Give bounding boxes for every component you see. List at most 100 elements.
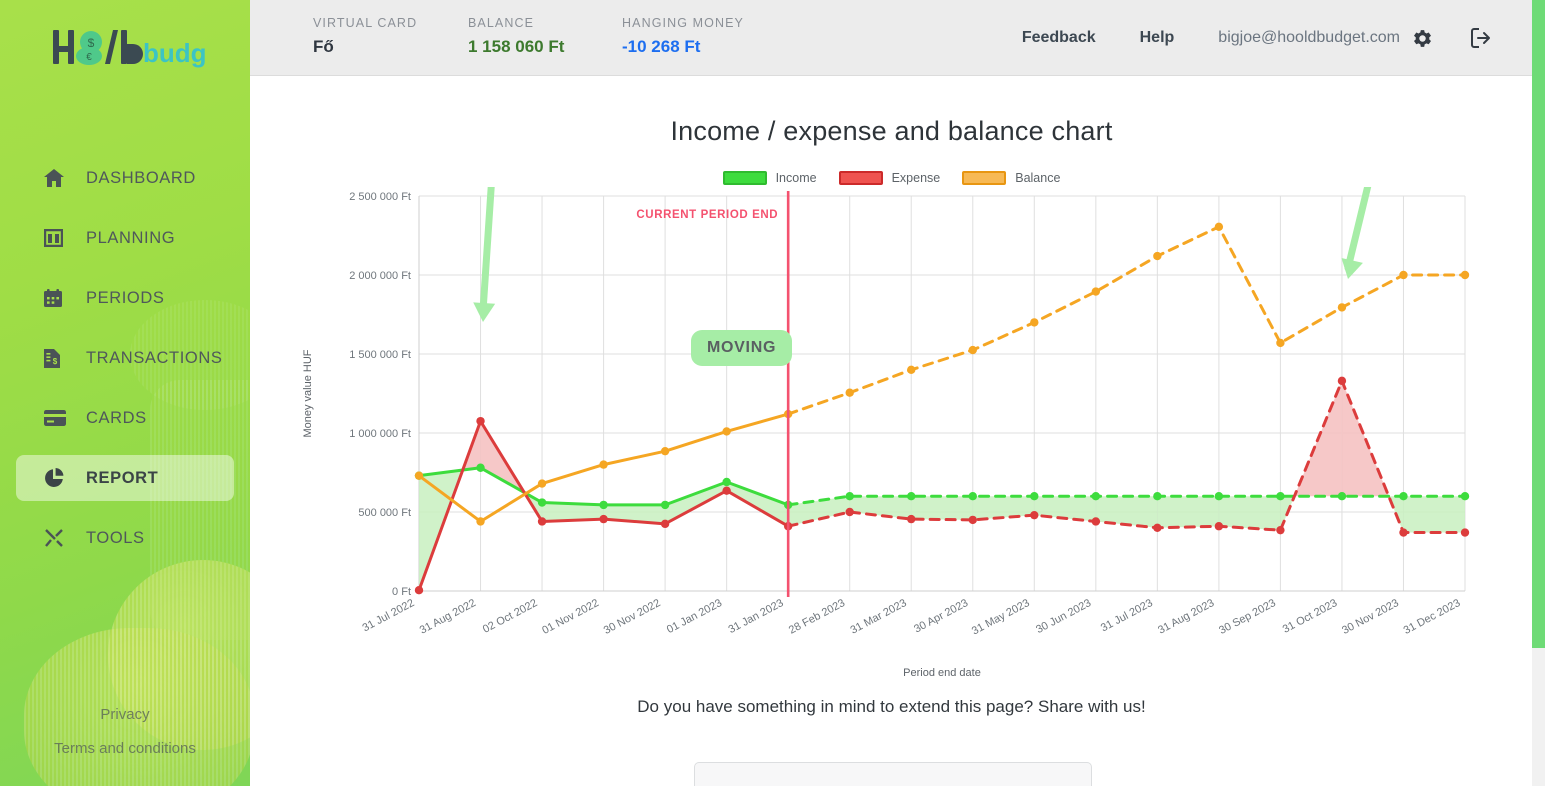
expense-point [1460, 528, 1470, 537]
y-axis-tick-label: 0 Ft [392, 586, 411, 598]
current-period-end-label: CURRENT PERIOD END [636, 209, 778, 221]
share-input[interactable] [694, 762, 1092, 786]
income-point [537, 498, 547, 507]
credit-card-icon [44, 406, 70, 430]
legend-item-balance[interactable]: Balance [962, 171, 1060, 185]
chart-plot-area[interactable]: 0 Ft 500 000 Ft 1 000 000 Ft 1 500 000 Ft 2 … [250, 187, 1533, 687]
sidebar-item-label: PLANNING [86, 228, 176, 247]
annotation-moving: MOVING [691, 330, 793, 367]
page-title: Income / expense and balance chart [670, 116, 1113, 146]
tools-icon [44, 526, 70, 550]
expense-point [537, 517, 547, 526]
income-point [476, 463, 485, 472]
sidebar-item-report[interactable]: REPORT [16, 455, 234, 501]
balance-point [537, 479, 547, 488]
stat-label: HANGING MONEY [622, 16, 744, 30]
sidebar-item-label: TOOLS [86, 528, 145, 547]
balance-point [660, 446, 670, 456]
help-link[interactable]: Help [1140, 29, 1175, 47]
legend-item-expense[interactable]: Expense [838, 171, 941, 185]
balance-point [1337, 303, 1347, 312]
legend-label: Expense [891, 171, 941, 185]
svg-text:budget: budget [143, 38, 205, 68]
annotation-arrow-moving [473, 187, 496, 322]
terms-link[interactable]: Terms and conditions [0, 740, 250, 757]
stat-value: -10 268 Ft [622, 37, 701, 56]
sidebar-item-dashboard[interactable]: DASHBOARD [16, 155, 234, 201]
privacy-link[interactable]: Privacy [0, 706, 250, 723]
income-point [1460, 492, 1470, 501]
x-axis-tick-label: 31 Jul 2022 [361, 597, 417, 634]
balance-point [845, 388, 854, 397]
income-surplus-band [1218, 496, 1281, 531]
y-axis-tick-label: 2 000 000 Ft [349, 270, 411, 282]
y-axis-tick-label: 500 000 Ft [358, 507, 411, 519]
x-axis-tick-label: 01 Nov 2022 [540, 597, 601, 637]
gear-icon[interactable] [1412, 28, 1433, 49]
sidebar: $ € budget DASHBOARD [0, 0, 250, 786]
top-header: VIRTUAL CARD Fő BALANCE 1 158 060 Ft HAN… [250, 0, 1533, 76]
x-axis-tick-label: 30 Nov 2022 [602, 597, 663, 637]
calendar-icon [44, 286, 70, 310]
scrollbar-thumb[interactable] [1532, 0, 1545, 648]
columns-icon [44, 226, 70, 250]
sidebar-nav: DASHBOARD PLANNING PERIODS $ TRANSACTION… [0, 155, 250, 575]
stat-value: 1 158 060 Ft [468, 37, 565, 56]
page-right-gap-top [1513, 0, 1532, 76]
stat-hanging-money: HANGING MONEY -10 268 Ft [622, 16, 744, 57]
sidebar-item-cards[interactable]: CARDS [16, 395, 234, 441]
balance-point [1276, 338, 1285, 348]
home-icon [44, 166, 70, 190]
income-surplus-band [849, 496, 912, 520]
legend-swatch-income [722, 171, 767, 185]
income-point [599, 500, 608, 510]
income-point [968, 492, 977, 501]
sidebar-item-tools[interactable]: TOOLS [16, 515, 234, 561]
sidebar-item-transactions[interactable]: $ TRANSACTIONS [16, 335, 234, 381]
expense-point [1091, 517, 1101, 526]
expense-point [1399, 528, 1408, 537]
legend-item-income[interactable]: Income [722, 171, 817, 185]
svg-text:$: $ [53, 357, 58, 366]
feedback-link[interactable]: Feedback [1022, 29, 1096, 47]
sidebar-item-planning[interactable]: PLANNING [16, 215, 234, 261]
x-axis-tick-label: 02 Oct 2022 [481, 597, 540, 636]
expense-point [968, 515, 977, 525]
logout-icon[interactable] [1471, 28, 1493, 48]
x-axis-tick-label: 31 Oct 2023 [1281, 597, 1340, 636]
legend-label: Balance [1015, 171, 1061, 185]
sidebar-item-label: DASHBOARD [86, 168, 196, 187]
x-axis-tick-label: 31 Dec 2023 [1402, 597, 1463, 637]
balance-point [1153, 251, 1162, 261]
sidebar-item-periods[interactable]: PERIODS [16, 275, 234, 321]
x-axis-tick-label: 30 Jun 2023 [1034, 597, 1093, 636]
x-axis-tick-label: 30 Apr 2023 [912, 597, 970, 635]
user-email[interactable]: bigjoe@hooldbudget.com [1218, 29, 1400, 47]
pie-chart-icon [44, 466, 70, 490]
x-axis-title: Period end date [903, 667, 981, 679]
expense-point [1337, 376, 1347, 386]
income-point [1091, 492, 1101, 501]
chart-legend: Income Expense Balance [250, 171, 1533, 185]
scrollbar-track[interactable] [1532, 0, 1545, 786]
x-axis-tick-label: 30 Nov 2023 [1340, 597, 1401, 637]
balance-point [907, 365, 916, 374]
x-axis-tick-label: 01 Jan 2023 [665, 597, 724, 636]
app-logo[interactable]: $ € budget [0, 22, 250, 92]
balance-point [1030, 318, 1039, 327]
income-point [1399, 492, 1408, 501]
balance-point [476, 517, 485, 526]
y-axis-tick-label: 1 500 000 Ft [349, 349, 411, 361]
share-prompt: Do you have something in mind to extend … [637, 697, 1146, 716]
x-axis-tick-label: 31 Aug 2022 [418, 597, 478, 637]
x-axis-tick-label: 31 Jul 2023 [1099, 597, 1155, 634]
balance-point [599, 460, 608, 469]
x-axis-tick-label: 31 May 2023 [970, 597, 1032, 637]
y-axis-tick-label: 2 500 000 Ft [349, 191, 411, 203]
x-axis-tick-label: 31 Aug 2023 [1156, 597, 1216, 637]
balance-line-forecast [786, 225, 1467, 416]
expense-point [907, 514, 916, 524]
expense-point [414, 586, 424, 595]
sidebar-footer: Privacy Terms and conditions [0, 706, 250, 774]
income-point [1030, 492, 1039, 501]
